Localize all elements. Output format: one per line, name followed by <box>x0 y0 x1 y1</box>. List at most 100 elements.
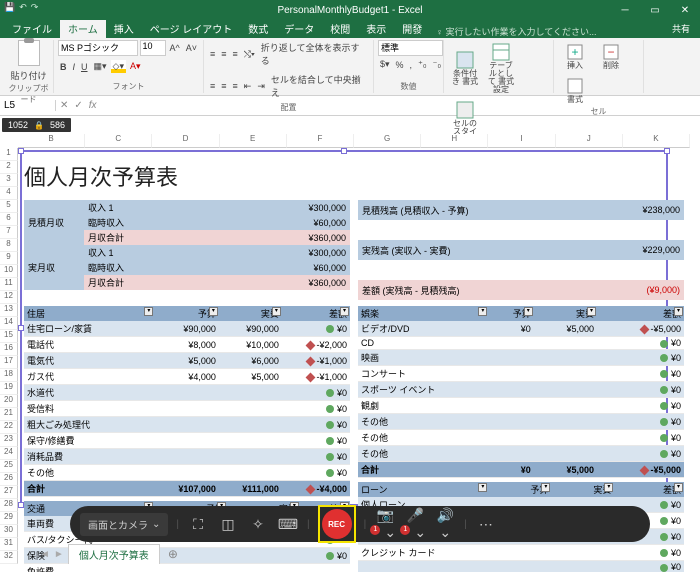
sheet-tab-active[interactable]: 個人月次予算表 <box>68 544 160 564</box>
delete-cells-button[interactable]: −削除 <box>594 40 628 72</box>
align-mid-icon[interactable]: ≡ <box>219 40 228 68</box>
tab-layout[interactable]: ページ レイアウト <box>142 19 241 38</box>
row-header[interactable]: 17 <box>0 356 18 369</box>
fill-color-icon[interactable]: ◇▾ <box>111 60 126 73</box>
font-name-select[interactable]: MS Pゴシック <box>58 40 138 56</box>
maximize-button[interactable]: ▭ <box>640 0 670 20</box>
mic-icon[interactable]: 🎤1⌄ <box>404 507 426 541</box>
row-header[interactable]: 15 <box>0 330 18 343</box>
tab-review[interactable]: 校閲 <box>322 19 358 38</box>
fullscreen-icon[interactable]: ⛶ <box>187 516 209 533</box>
wrap-text-button[interactable]: 折り返して全体を表示する <box>259 40 369 68</box>
filter-icon[interactable]: ▾ <box>272 307 281 316</box>
indent-inc-icon[interactable]: ⇥ <box>255 72 267 100</box>
col-header[interactable]: D <box>152 134 219 148</box>
filter-icon[interactable]: ▾ <box>478 483 487 492</box>
inc-decimal-icon[interactable]: ⁺₀ <box>416 58 429 71</box>
filter-icon[interactable]: ▾ <box>604 483 613 492</box>
close-button[interactable]: ✕ <box>670 0 700 20</box>
row-header[interactable]: 24 <box>0 447 18 460</box>
col-header[interactable]: E <box>220 134 287 148</box>
more-icon[interactable]: ⋯ <box>475 516 497 533</box>
col-header[interactable]: H <box>421 134 488 148</box>
decrease-font-icon[interactable]: A˅ <box>184 40 199 56</box>
row-header[interactable]: 14 <box>0 317 18 330</box>
sparkle-icon[interactable]: ✧ <box>247 516 269 533</box>
tab-home[interactable]: ホーム <box>60 19 106 38</box>
tell-me-box[interactable]: ♀ 実行したい作業を入力してください... <box>436 25 596 38</box>
name-box[interactable]: L5 <box>0 100 56 111</box>
col-header[interactable]: B <box>18 134 85 148</box>
row-header[interactable]: 28 <box>0 499 18 512</box>
align-bot-icon[interactable]: ≡ <box>231 40 240 68</box>
filter-icon[interactable]: ▾ <box>524 307 533 316</box>
region-icon[interactable]: ◫ <box>217 516 239 533</box>
row-header[interactable]: 1 <box>0 148 18 161</box>
record-button[interactable]: REC <box>322 509 352 539</box>
paste-button[interactable]: 貼り付け <box>8 68 48 83</box>
row-header[interactable]: 21 <box>0 408 18 421</box>
row-header[interactable]: 22 <box>0 421 18 434</box>
keyboard-icon[interactable]: ⌨ <box>277 516 299 533</box>
row-header[interactable]: 5 <box>0 200 18 213</box>
tab-view[interactable]: 表示 <box>358 19 394 38</box>
row-header[interactable]: 4 <box>0 187 18 200</box>
fx-icon[interactable]: fx <box>89 100 97 111</box>
camera-icon[interactable]: 📷1⌄ <box>374 507 396 541</box>
row-header[interactable]: 9 <box>0 252 18 265</box>
undo-icon[interactable]: ↶ <box>19 2 27 13</box>
sheet-nav-prev-icon[interactable]: ◄ <box>40 549 50 560</box>
row-header[interactable]: 30 <box>0 525 18 538</box>
capture-mode-dropdown[interactable]: 画面とカメラ ⌄ <box>80 513 168 536</box>
filter-icon[interactable]: ▾ <box>587 307 596 316</box>
minimize-button[interactable]: ─ <box>610 0 640 20</box>
align-left-icon[interactable]: ≡ <box>208 72 217 100</box>
filter-icon[interactable]: ▾ <box>340 307 349 316</box>
row-header[interactable]: 6 <box>0 213 18 226</box>
filter-icon[interactable]: ▾ <box>674 307 683 316</box>
row-header[interactable]: 11 <box>0 278 18 291</box>
conditional-format-button[interactable]: 条件付き 書式 <box>448 48 482 88</box>
underline-button[interactable]: U <box>79 60 90 73</box>
row-header[interactable]: 12 <box>0 291 18 304</box>
insert-cells-button[interactable]: +挿入 <box>558 40 592 72</box>
cancel-formula-icon[interactable]: ✕ <box>60 100 68 111</box>
row-header[interactable]: 27 <box>0 486 18 499</box>
tab-data[interactable]: データ <box>276 19 322 38</box>
row-header[interactable]: 18 <box>0 369 18 382</box>
tab-file[interactable]: ファイル <box>4 19 60 38</box>
percent-icon[interactable]: % <box>394 58 406 71</box>
number-format-select[interactable]: 標準 <box>378 40 443 56</box>
currency-icon[interactable]: $▾ <box>378 58 392 71</box>
recording-toolbar[interactable]: 画面とカメラ ⌄ | ⛶ ◫ ✧ ⌨ | REC | 📷1⌄ 🎤1⌄ 🔊⌄ | … <box>70 506 650 542</box>
share-button[interactable]: 共有 <box>666 20 696 37</box>
italic-button[interactable]: I <box>71 60 78 73</box>
filter-icon[interactable]: ▾ <box>144 307 153 316</box>
col-header[interactable]: J <box>556 134 623 148</box>
row-header[interactable]: 8 <box>0 239 18 252</box>
add-sheet-icon[interactable]: ⊕ <box>168 547 178 561</box>
row-header[interactable]: 20 <box>0 395 18 408</box>
row-header[interactable]: 16 <box>0 343 18 356</box>
orientation-icon[interactable]: ⤭▾ <box>242 40 257 68</box>
worksheet-area[interactable]: BCDEFGHIJK 12345678910111213141516171819… <box>0 134 700 572</box>
row-header[interactable]: 19 <box>0 382 18 395</box>
filter-icon[interactable]: ▾ <box>674 483 683 492</box>
enter-formula-icon[interactable]: ✓ <box>74 100 82 111</box>
col-header[interactable]: F <box>287 134 354 148</box>
filter-icon[interactable]: ▾ <box>478 307 487 316</box>
dec-decimal-icon[interactable]: ⁻₀ <box>431 58 444 71</box>
filter-icon[interactable]: ▾ <box>541 483 550 492</box>
row-header[interactable]: 7 <box>0 226 18 239</box>
increase-font-icon[interactable]: A^ <box>168 40 182 56</box>
bold-button[interactable]: B <box>58 60 69 73</box>
row-header[interactable]: 23 <box>0 434 18 447</box>
comma-icon[interactable]: , <box>408 58 415 71</box>
col-header[interactable]: K <box>623 134 690 148</box>
row-header[interactable]: 25 <box>0 460 18 473</box>
col-header[interactable]: G <box>354 134 421 148</box>
col-header[interactable]: I <box>488 134 555 148</box>
sheet-nav-next-icon[interactable]: ► <box>54 549 64 560</box>
border-icon[interactable]: ▦▾ <box>92 60 109 73</box>
col-header[interactable]: C <box>85 134 152 148</box>
